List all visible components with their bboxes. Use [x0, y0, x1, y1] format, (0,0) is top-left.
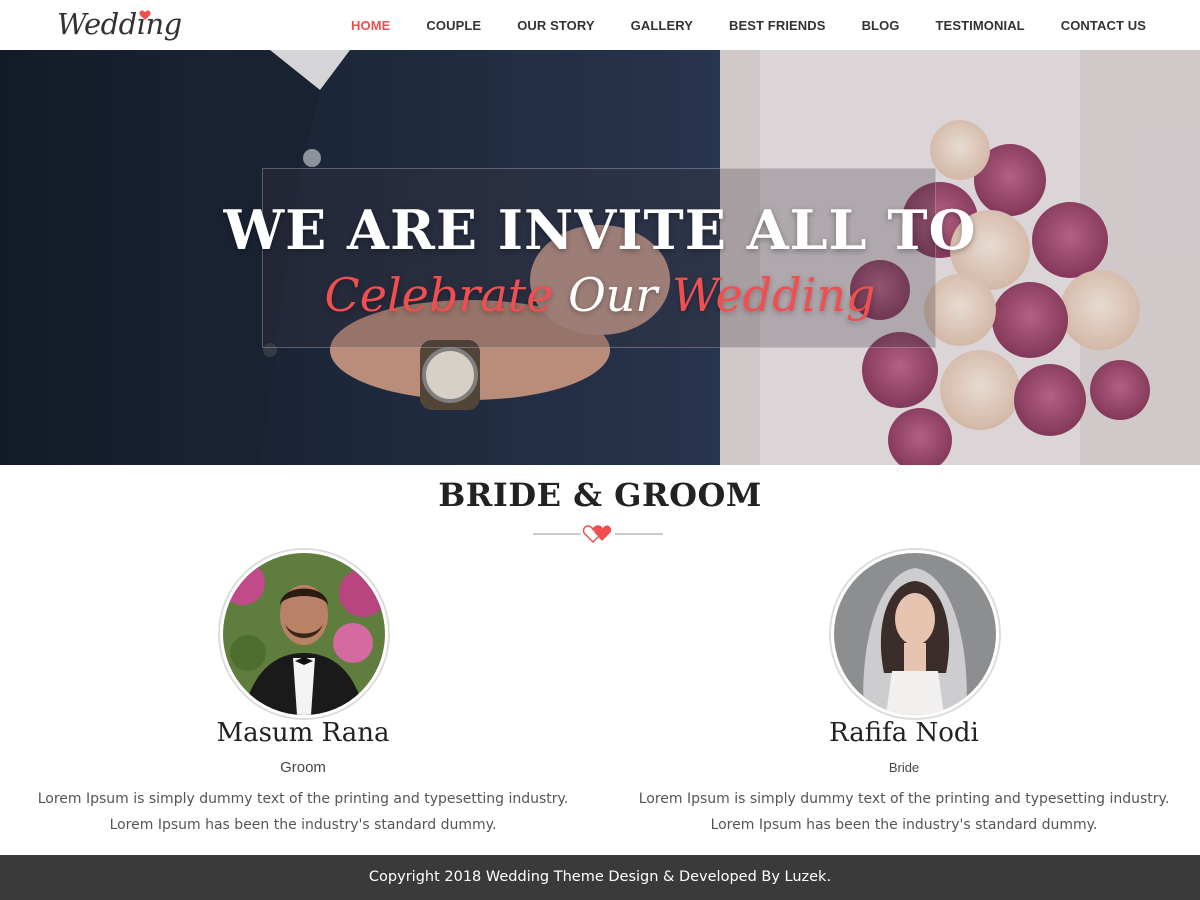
bride-desc-line1: Lorem Ipsum is simply dummy text of the …: [638, 791, 1170, 807]
bride-desc-line2: Lorem Ipsum has been the industry's stan…: [710, 817, 1098, 833]
nav-contact-us[interactable]: CONTACT US: [1061, 18, 1146, 33]
nav-testimonial[interactable]: TESTIMONIAL: [936, 18, 1025, 33]
hero-subtitle-part1: Celebrate: [324, 268, 569, 322]
bride-name: Rafifa Nodi: [829, 718, 979, 748]
groom-desc-line2: Lorem Ipsum has been the industry's stan…: [109, 817, 497, 833]
bride-photo-image: [834, 553, 996, 715]
nav-blog[interactable]: BLOG: [862, 18, 900, 33]
bride-role: Bride: [888, 760, 920, 775]
main-nav: HOME COUPLE OUR STORY GALLERY BEST FRIEN…: [315, 0, 1146, 50]
hero-subtitle-part3: Wedding: [672, 268, 876, 322]
site-header: Wedding HOME COUPLE OUR STORY GALLERY BE…: [0, 0, 1200, 50]
hero-banner: WE ARE INVITE ALL TO Celebrate Our Weddi…: [0, 50, 1200, 465]
bride-description: Lorem Ipsum is simply dummy text of the …: [624, 786, 1184, 838]
nav-couple[interactable]: COUPLE: [426, 18, 481, 33]
hero-subtitle-part2: Our: [568, 268, 673, 322]
nav-best-friends[interactable]: BEST FRIENDS: [729, 18, 826, 33]
nav-gallery[interactable]: GALLERY: [631, 18, 693, 33]
section-title-bride-groom: BRIDE & GROOM: [438, 476, 762, 514]
groom-description: Lorem Ipsum is simply dummy text of the …: [23, 786, 583, 838]
double-heart-icon: [533, 525, 663, 544]
groom-name: Masum Rana: [216, 718, 390, 748]
logo-text: Wedding: [57, 7, 182, 41]
groom-avatar: [220, 550, 388, 718]
site-footer: Copyright 2018 Wedding Theme Design & De…: [0, 855, 1200, 900]
hero-title: WE ARE INVITE ALL TO: [223, 198, 977, 262]
site-logo[interactable]: Wedding: [57, 4, 182, 44]
hero-subtitle: Celebrate Our Wedding: [0, 268, 1200, 322]
footer-copyright: Copyright 2018 Wedding Theme Design & De…: [368, 869, 832, 885]
heart-icon: [139, 10, 151, 20]
groom-photo-image: [223, 553, 385, 715]
nav-home[interactable]: HOME: [351, 18, 390, 33]
nav-our-story[interactable]: OUR STORY: [517, 18, 594, 33]
groom-role: Groom: [280, 759, 326, 776]
bride-avatar: [831, 550, 999, 718]
groom-desc-line1: Lorem Ipsum is simply dummy text of the …: [37, 791, 569, 807]
